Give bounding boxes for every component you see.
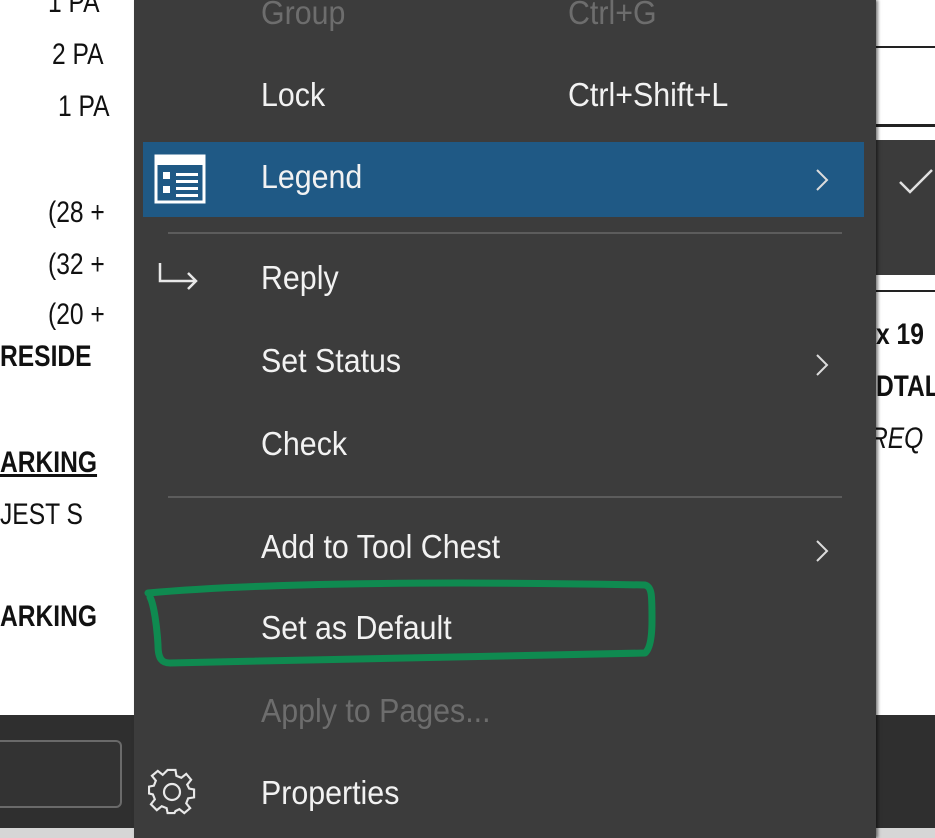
menu-item-label: Check [261, 425, 348, 462]
doc-line: REQ [870, 422, 924, 455]
doc-line: ARKING [0, 446, 98, 479]
doc-line: JEST S [0, 498, 83, 531]
doc-rule [876, 124, 935, 127]
menu-item-label: Group [261, 0, 346, 31]
menu-separator [168, 232, 842, 234]
menu-item-reply[interactable]: Reply [134, 247, 876, 307]
doc-line: ARKING [0, 600, 98, 633]
menu-item-legend[interactable]: Legend [143, 142, 864, 217]
doc-line: (28 + [48, 196, 105, 229]
chevron-right-icon [816, 540, 829, 562]
menu-item-label: Set as Default [261, 609, 452, 646]
menu-item-label: Add to Tool Chest [261, 528, 501, 565]
menu-item-label: Set Status [261, 342, 402, 379]
menu-item-lock[interactable]: Lock Ctrl+Shift+L [134, 64, 876, 124]
legend-icon [154, 154, 206, 204]
menu-item-label: Properties [261, 774, 400, 811]
menu-item-label: Reply [261, 259, 339, 296]
menu-item-label: Legend [261, 158, 363, 195]
menu-item-label: Lock [261, 76, 326, 113]
doc-rule [876, 46, 935, 48]
checkmark-icon [899, 169, 933, 194]
chevron-right-icon [816, 169, 829, 191]
doc-line: 1 PA [48, 0, 100, 19]
menu-item-properties[interactable]: Properties [134, 762, 876, 822]
menu-separator [168, 496, 842, 498]
menu-item-group: Group Ctrl+G [134, 0, 876, 42]
menu-item-label: Apply to Pages... [261, 692, 491, 729]
doc-line: RESIDE [0, 340, 92, 373]
menu-item-apply-to-pages: Apply to Pages... [134, 680, 876, 740]
menu-item-shortcut: Ctrl+Shift+L [568, 76, 729, 113]
chevron-right-icon [816, 354, 829, 376]
doc-line: 2 PA [52, 38, 104, 71]
menu-item-set-as-default[interactable]: Set as Default [134, 597, 876, 657]
doc-line: 1 PA [58, 90, 110, 123]
menu-item-set-status[interactable]: Set Status [134, 330, 876, 390]
doc-line: x 19 [876, 318, 924, 351]
menu-item-shortcut: Ctrl+G [568, 0, 657, 31]
menu-item-add-to-tool-chest[interactable]: Add to Tool Chest [134, 516, 876, 576]
doc-rule [876, 290, 935, 292]
doc-line: DTAL [876, 370, 935, 403]
gear-icon [148, 768, 196, 815]
doc-line: (20 + [48, 298, 105, 331]
toolbar-field[interactable] [0, 740, 122, 808]
doc-line: (32 + [48, 248, 105, 281]
menu-item-check[interactable]: Check [134, 413, 876, 473]
reply-arrow-icon [158, 263, 198, 290]
